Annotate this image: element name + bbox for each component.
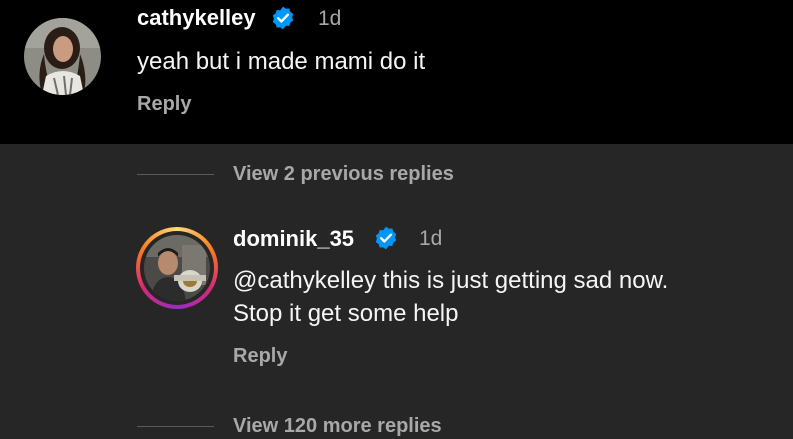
reply-username[interactable]: dominik_35 — [233, 226, 354, 252]
view-previous-replies-button[interactable]: View 2 previous replies — [233, 163, 454, 186]
comment-username[interactable]: cathykelley — [137, 5, 256, 31]
verified-badge-icon — [272, 6, 294, 30]
divider-line — [137, 426, 214, 427]
reply-text-line-1: @cathykelley this is just getting sad no… — [233, 267, 669, 294]
story-ring-gap — [140, 231, 214, 305]
reply-button[interactable]: Reply — [137, 93, 191, 116]
comment-text: yeah but i made mami do it — [137, 45, 425, 78]
parent-comment: cathykelley 1d yeah but i made mami do i… — [0, 0, 793, 144]
reply-text-line-2: Stop it get some help — [233, 300, 459, 327]
verified-badge-icon — [375, 226, 397, 250]
story-ring[interactable] — [136, 227, 218, 309]
reply-timestamp: 1d — [419, 227, 443, 250]
reply-button[interactable]: Reply — [233, 345, 287, 368]
reply-text: @cathykelley this is just getting sad no… — [233, 264, 668, 330]
comment-text-line: yeah but i made mami do it — [137, 48, 426, 75]
avatar-cathykelley[interactable] — [24, 18, 101, 95]
comment-timestamp: 1d — [318, 7, 342, 30]
avatar-dominik_35[interactable] — [144, 235, 210, 301]
view-more-replies-button[interactable]: View 120 more replies — [233, 415, 442, 438]
divider-line — [137, 174, 214, 175]
